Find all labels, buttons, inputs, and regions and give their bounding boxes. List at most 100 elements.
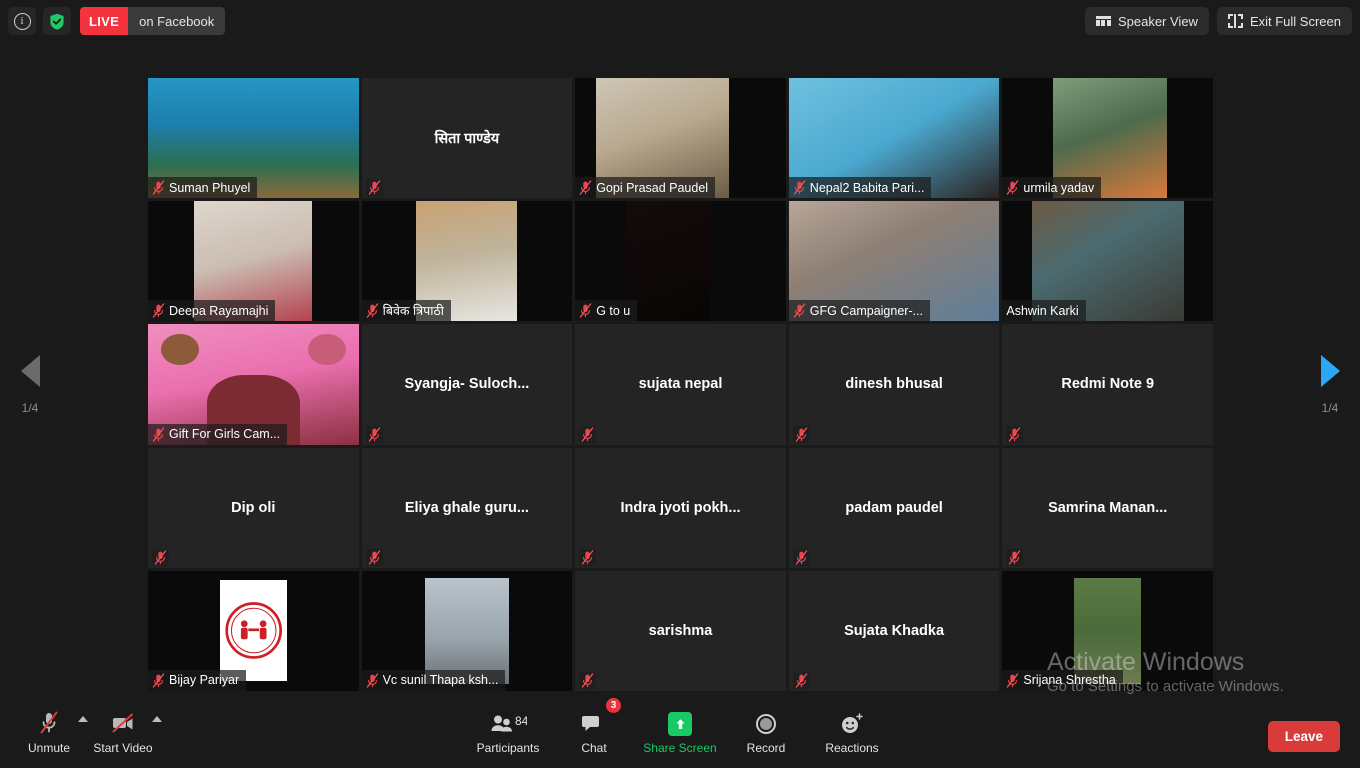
- speaker-view-button[interactable]: Speaker View: [1084, 7, 1209, 35]
- participant-tile[interactable]: Gopi Prasad Paudel: [575, 78, 786, 199]
- live-target-label: on Facebook: [128, 7, 226, 35]
- encryption-status-button[interactable]: [43, 7, 71, 35]
- top-bar-left-group: i LIVE on Facebook: [8, 7, 226, 35]
- participant-tile[interactable]: Ashwin Karki: [1002, 201, 1213, 322]
- participant-tile[interactable]: Sujata Khadka: [788, 570, 1000, 691]
- microphone-muted-icon: [368, 180, 380, 195]
- exit-full-screen-button[interactable]: Exit Full Screen: [1216, 7, 1352, 35]
- microphone-muted-icon: [152, 673, 165, 688]
- mute-indicator: [579, 425, 597, 443]
- participant-tile[interactable]: Dip oli: [148, 447, 359, 568]
- microphone-muted-icon: [152, 303, 165, 319]
- share-screen-button[interactable]: Share Screen: [643, 702, 717, 762]
- participant-name: Samrina Manan...: [1048, 499, 1168, 516]
- participant-name: बिवेक त्रिपाठी: [382, 304, 444, 319]
- speaker-view-icon: [1095, 15, 1111, 27]
- mute-indicator: [792, 671, 810, 689]
- participant-tile[interactable]: Gift For Girls Cam...: [148, 324, 359, 445]
- participant-name: Sujata Khadka: [844, 622, 945, 639]
- unmute-button[interactable]: Unmute: [12, 702, 88, 762]
- participant-name: GFG Campaigner-...: [809, 303, 924, 318]
- participant-tile[interactable]: बिवेक त्रिपाठी: [361, 201, 573, 322]
- participant-name-label: बिवेक त्रिपाठी: [361, 300, 451, 322]
- share-screen-label: Share Screen: [643, 740, 717, 755]
- participant-tile[interactable]: सिता पाण्डेय: [361, 78, 573, 199]
- participant-name: Nepal2 Babita Pari...: [809, 180, 925, 195]
- participant-tile[interactable]: sujata nepal: [575, 324, 786, 445]
- reactions-button[interactable]: Reactions: [815, 702, 889, 762]
- participant-tile[interactable]: GFG Campaigner-...: [788, 201, 1000, 322]
- mute-indicator: [579, 671, 597, 689]
- mute-indicator: [579, 548, 597, 566]
- participant-tile[interactable]: Samrina Manan...: [1002, 447, 1213, 568]
- top-bar: i LIVE on Facebook Speaker View Exit Ful…: [0, 0, 1360, 42]
- toolbar-center-group: 84 Participants 3 Chat Share Screen Reco…: [471, 698, 889, 762]
- participant-name: Vc sunil Thapa ksh...: [382, 673, 499, 688]
- next-page-control[interactable]: 1/4: [1300, 355, 1360, 415]
- microphone-muted-icon: [366, 673, 378, 688]
- participant-name-label: G to u: [575, 300, 638, 322]
- participant-tile[interactable]: Indra jyoti pokh...: [575, 447, 786, 568]
- mute-indicator: [1006, 425, 1024, 443]
- participant-name: urmila yadav: [1023, 180, 1095, 195]
- participant-name-label: Srijana Shrestha: [1002, 669, 1123, 691]
- participant-tile[interactable]: Deepa Rayamajhi: [148, 201, 359, 322]
- microphone-muted-icon: [366, 303, 378, 319]
- exit-full-screen-label: Exit Full Screen: [1249, 13, 1341, 29]
- participant-tile[interactable]: Redmi Note 9: [1002, 324, 1213, 445]
- microphone-muted-icon: [581, 673, 594, 688]
- leave-meeting-button[interactable]: Leave: [1267, 721, 1340, 752]
- mute-indicator: [365, 179, 383, 197]
- participant-name: padam paudel: [845, 499, 943, 516]
- participant-tile[interactable]: Bijay Pariyar: [148, 570, 359, 691]
- participants-label: Participants: [476, 740, 540, 755]
- microphone-muted-icon: [793, 303, 806, 319]
- microphone-muted-icon: [152, 180, 165, 195]
- microphone-muted-icon: [1007, 673, 1019, 688]
- microphone-muted-icon: [795, 550, 808, 565]
- microphone-muted-icon: [1009, 550, 1021, 565]
- live-stream-indicator[interactable]: LIVE on Facebook: [80, 7, 226, 35]
- participants-button[interactable]: 84 Participants: [471, 702, 545, 762]
- microphone-muted-icon: [154, 550, 167, 565]
- info-icon: i: [13, 12, 31, 30]
- participant-name: Gift For Girls Cam...: [169, 427, 281, 442]
- participant-name: Dip oli: [231, 499, 276, 516]
- chat-button[interactable]: 3 Chat: [557, 698, 631, 762]
- reactions-label: Reactions: [825, 740, 879, 755]
- mute-indicator: [1006, 548, 1024, 566]
- participant-tile[interactable]: Srijana Shrestha: [1002, 570, 1213, 691]
- microphone-muted-icon: [36, 710, 62, 736]
- participant-video-grid: Suman Phuyel सिता पाण्डेय Gopi Prasad Paud…: [148, 78, 1213, 691]
- participant-tile[interactable]: urmila yadav: [1002, 78, 1213, 199]
- previous-page-control[interactable]: 1/4: [0, 355, 60, 415]
- participant-tile[interactable]: Syangja- Suloch...: [361, 324, 573, 445]
- participant-tile[interactable]: G to u: [575, 201, 786, 322]
- participant-tile[interactable]: sarishma: [575, 570, 786, 691]
- participant-name: Syangja- Suloch...: [404, 376, 530, 393]
- start-video-label: Start Video: [93, 740, 153, 755]
- speaker-view-label: Speaker View: [1117, 13, 1198, 29]
- record-button[interactable]: Record: [729, 702, 803, 762]
- participant-name: sarishma: [648, 622, 713, 639]
- participant-tile[interactable]: padam paudel: [788, 447, 1000, 568]
- participant-name: Indra jyoti pokh...: [620, 499, 741, 516]
- participant-tile[interactable]: Eliya ghale guru...: [361, 447, 573, 568]
- participant-tile[interactable]: Suman Phuyel: [148, 78, 359, 199]
- participant-name: Gopi Prasad Paudel: [596, 180, 709, 195]
- participant-name: Deepa Rayamajhi: [169, 303, 269, 318]
- microphone-muted-icon: [795, 673, 808, 688]
- meeting-toolbar: Unmute Start Video 84 Participants 3 Cha…: [0, 696, 1360, 768]
- participant-name: Bijay Pariyar: [169, 673, 240, 688]
- participant-tile[interactable]: dinesh bhusal: [788, 324, 1000, 445]
- participant-tile[interactable]: Nepal2 Babita Pari...: [788, 78, 1000, 199]
- meeting-info-button[interactable]: i: [8, 7, 36, 35]
- encryption-shield-icon: [50, 13, 64, 30]
- participant-tile[interactable]: Vc sunil Thapa ksh...: [361, 570, 573, 691]
- page-indicator-left: 1/4: [21, 401, 39, 415]
- video-options-chevron-icon[interactable]: [152, 716, 162, 722]
- exit-fullscreen-icon: [1227, 14, 1243, 28]
- mute-indicator: [365, 548, 383, 566]
- microphone-muted-icon: [581, 426, 594, 442]
- start-video-button[interactable]: Start Video: [86, 702, 162, 762]
